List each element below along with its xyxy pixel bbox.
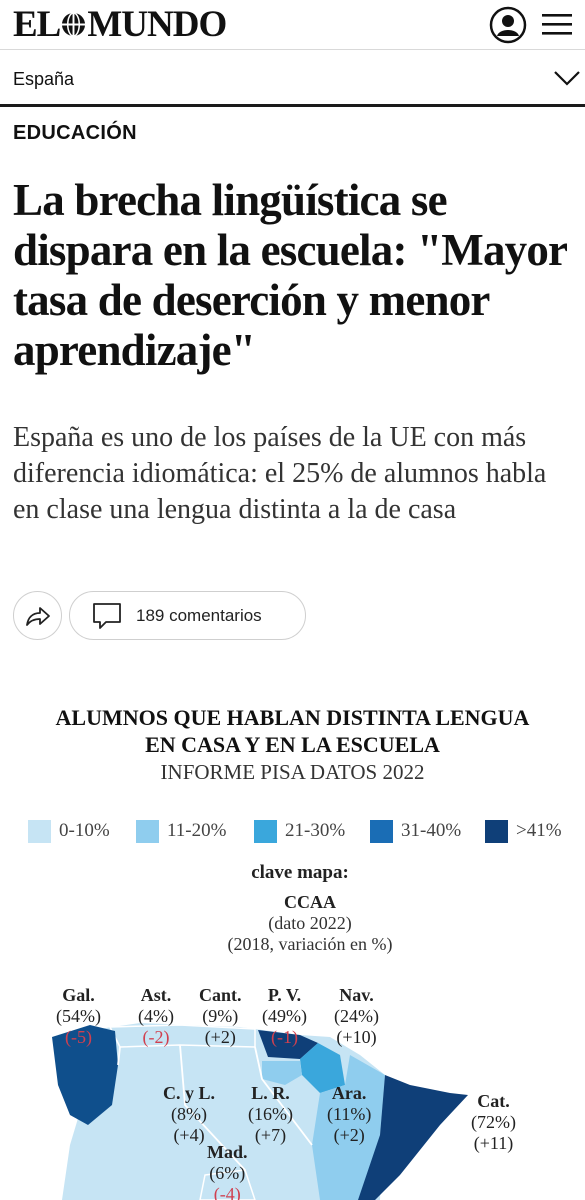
legend-swatch	[485, 819, 508, 843]
chevron-down-icon[interactable]	[553, 68, 581, 88]
el-mundo-logo[interactable]: EL MUNDO	[13, 3, 227, 46]
legend-item-31-40: 31-40%	[370, 816, 461, 846]
region-label-castilla-y-leon: C. y L. (8%) (+4)	[163, 1083, 216, 1145]
region-label-galicia: Gal. (54%) (-5)	[56, 985, 101, 1047]
legend-label: 21-30%	[285, 820, 346, 841]
map-key-line-2: (2018, variación en %)	[227, 934, 393, 954]
region-label-cantabria: Cant. (9%) (+2)	[199, 985, 242, 1047]
section-selector[interactable]: España	[0, 51, 585, 107]
legend-item-0-10: 0-10%	[28, 816, 110, 846]
infographic-subtitle: INFORME PISA DATOS 2022	[160, 760, 425, 784]
legend-swatch	[28, 819, 51, 843]
top-bar: EL MUNDO	[0, 0, 585, 50]
hamburger-menu-icon[interactable]	[542, 12, 572, 36]
region-label-asturias: Ast. (4%) (-2)	[138, 985, 174, 1047]
map-key-title: clave mapa:	[251, 862, 349, 883]
logo-text-right: MUNDO	[87, 4, 227, 45]
region-label-cataluna: Cat. (72%) (+11)	[471, 1091, 516, 1153]
legend-swatch	[136, 819, 159, 843]
region-label-madrid: Mad. (6%) (-4)	[207, 1142, 248, 1200]
infographic-title-line-1: ALUMNOS QUE HABLAN DISTINTA LENGUA	[55, 705, 530, 730]
map-key-region: CCAA	[284, 892, 336, 912]
region-label-navarra: Nav. (24%) (+10)	[334, 985, 379, 1047]
article-kicker[interactable]: EDUCACIÓN	[13, 122, 137, 145]
article-headline: La brecha lingüística se dispara en la e…	[13, 175, 567, 375]
globe-icon	[62, 12, 86, 37]
article-standfirst: España es uno de los países de la UE con…	[13, 422, 547, 525]
comments-button[interactable]: 189 comentarios	[69, 591, 306, 640]
legend-item-11-20: 11-20%	[136, 816, 226, 846]
infographic-title-line-2: EN CASA Y EN LA ESCUELA	[145, 732, 440, 757]
logo-text-left: EL	[13, 4, 61, 45]
share-icon	[25, 606, 50, 626]
comments-count: 189 comentarios	[136, 605, 262, 625]
user-account-icon[interactable]	[489, 6, 527, 44]
map-key-line-1: (dato 2022)	[268, 913, 352, 933]
spain-map: Gal. (54%) (-5) Ast. (4%) (-2) Cant. (9%…	[0, 975, 585, 1200]
share-button[interactable]	[13, 591, 62, 640]
legend-swatch	[254, 819, 277, 843]
legend-label: >41%	[516, 820, 562, 841]
region-label-pais-vasco: P. V. (49%) (-1)	[262, 985, 307, 1047]
region-label-la-rioja: L. R. (16%) (+7)	[248, 1083, 293, 1145]
region-label-aragon: Ara. (11%) (+2)	[327, 1083, 372, 1145]
legend-swatch	[370, 819, 393, 843]
legend-label: 31-40%	[401, 820, 462, 841]
legend-item-over-41: >41%	[485, 816, 562, 846]
comment-icon	[93, 602, 121, 629]
infographic-title: ALUMNOS QUE HABLAN DISTINTA LENGUA EN CA…	[0, 704, 585, 758]
legend-label: 11-20%	[167, 820, 227, 841]
legend-label: 0-10%	[59, 820, 110, 841]
legend-item-21-30: 21-30%	[254, 816, 345, 846]
section-label: España	[13, 69, 75, 89]
